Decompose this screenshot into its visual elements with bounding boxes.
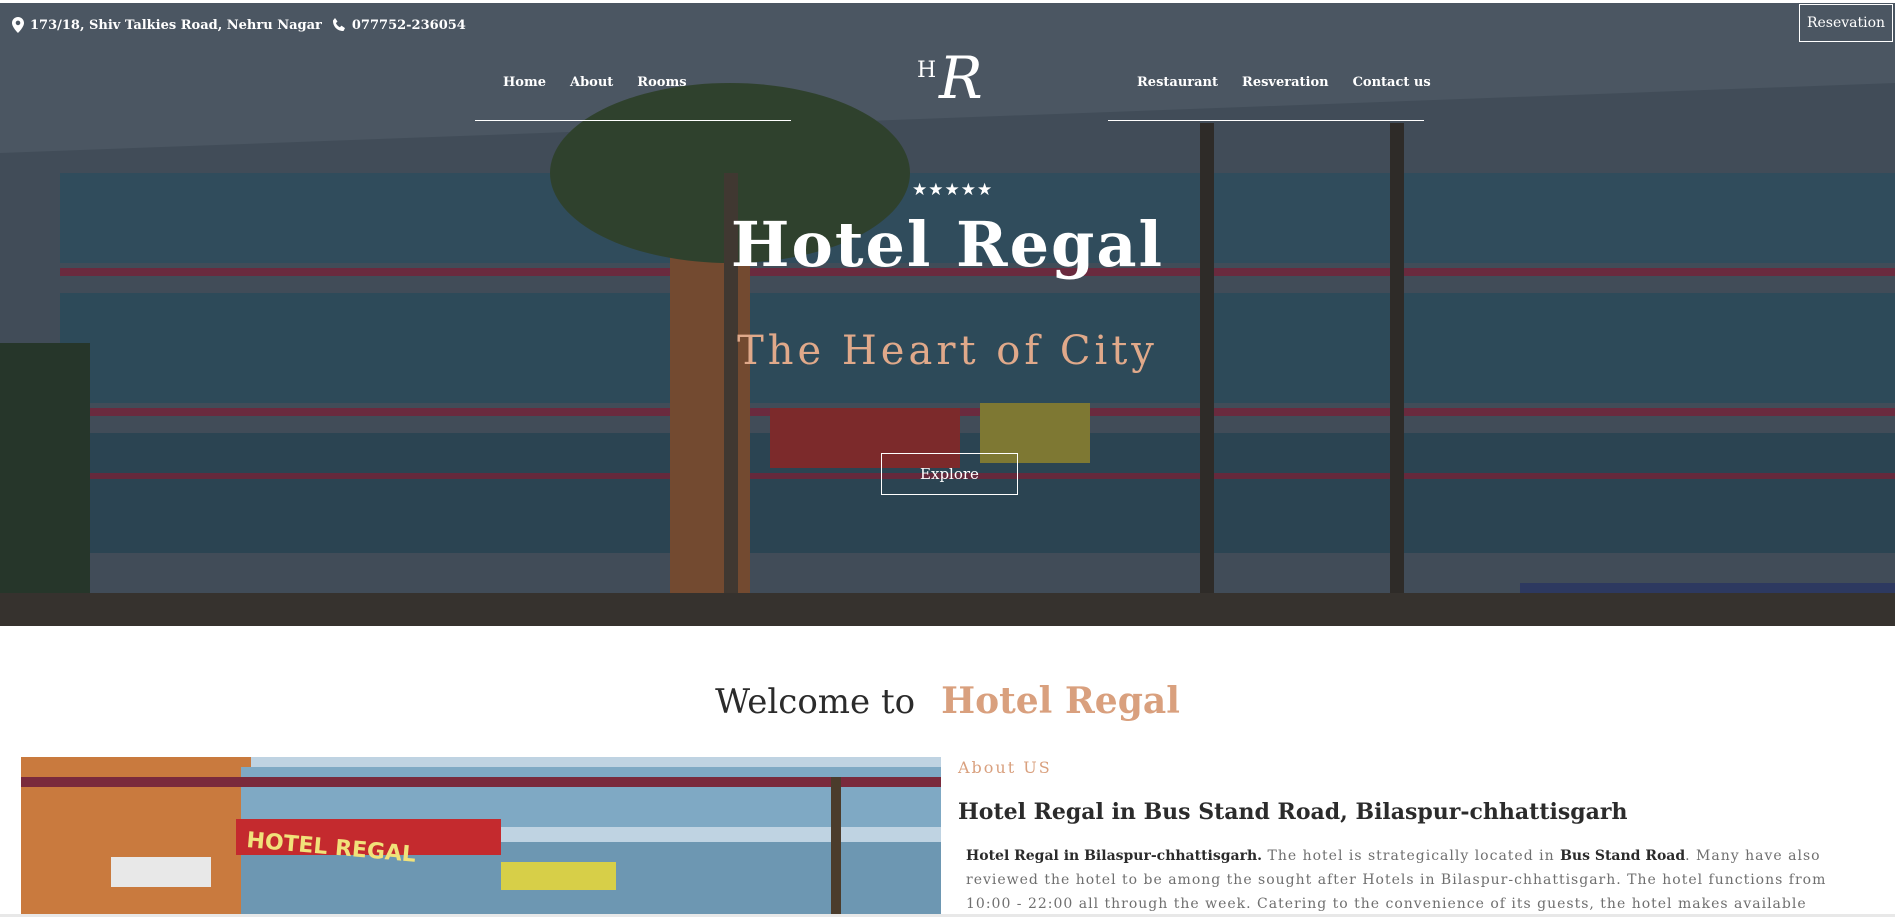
welcome-heading: Welcome to Hotel Regal (0, 680, 1895, 722)
main-nav-right: Restaurant Resveration Contact us (1137, 75, 1431, 90)
nav-about[interactable]: About (570, 75, 613, 90)
phone-icon (332, 18, 345, 32)
hero-subtitle: The Heart of City (737, 328, 1158, 374)
star-rating-icon: ★★★★★ (912, 180, 994, 200)
nav-divider-right (1108, 120, 1424, 121)
address-text: 173/18, Shiv Talkies Road, Nehru Nagar (30, 17, 322, 33)
welcome-hotel-name: Hotel Regal (941, 680, 1180, 722)
contact-info: 173/18, Shiv Talkies Road, Nehru Nagar 0… (12, 17, 466, 33)
about-description: Hotel Regal in Bilaspur-chhattisgarh. Th… (966, 844, 1866, 917)
reservation-button[interactable]: Resevation (1799, 4, 1893, 42)
nav-rooms[interactable]: Rooms (637, 75, 686, 90)
nav-divider-left (475, 120, 791, 121)
explore-button[interactable]: Explore (881, 453, 1018, 495)
logo-letter-r: R (939, 44, 983, 112)
main-nav-left: Home About Rooms (503, 75, 687, 90)
hotel-exterior-image: HOTEL REGAL (21, 757, 941, 917)
nav-contact[interactable]: Contact us (1353, 75, 1431, 90)
about-section-label: About US (958, 758, 1052, 777)
nav-reservation[interactable]: Resveration (1242, 75, 1329, 90)
about-text-part-1: The hotel is strategically located in (1262, 848, 1561, 864)
phone-number[interactable]: 077752-236054 (352, 18, 466, 33)
map-pin-icon (12, 17, 24, 33)
nav-restaurant[interactable]: Restaurant (1137, 75, 1218, 90)
about-bold-location: Bus Stand Road (1560, 848, 1686, 864)
logo-letter-h: H (917, 58, 937, 83)
about-bold-name: Hotel Regal in Bilaspur-chhattisgarh. (966, 848, 1263, 864)
nav-home[interactable]: Home (503, 75, 546, 90)
about-heading: Hotel Regal in Bus Stand Road, Bilaspur-… (958, 799, 1628, 825)
hero-title: Hotel Regal (730, 208, 1165, 281)
welcome-prefix: Welcome to (715, 682, 916, 722)
hero-section: 173/18, Shiv Talkies Road, Nehru Nagar 0… (0, 3, 1895, 626)
